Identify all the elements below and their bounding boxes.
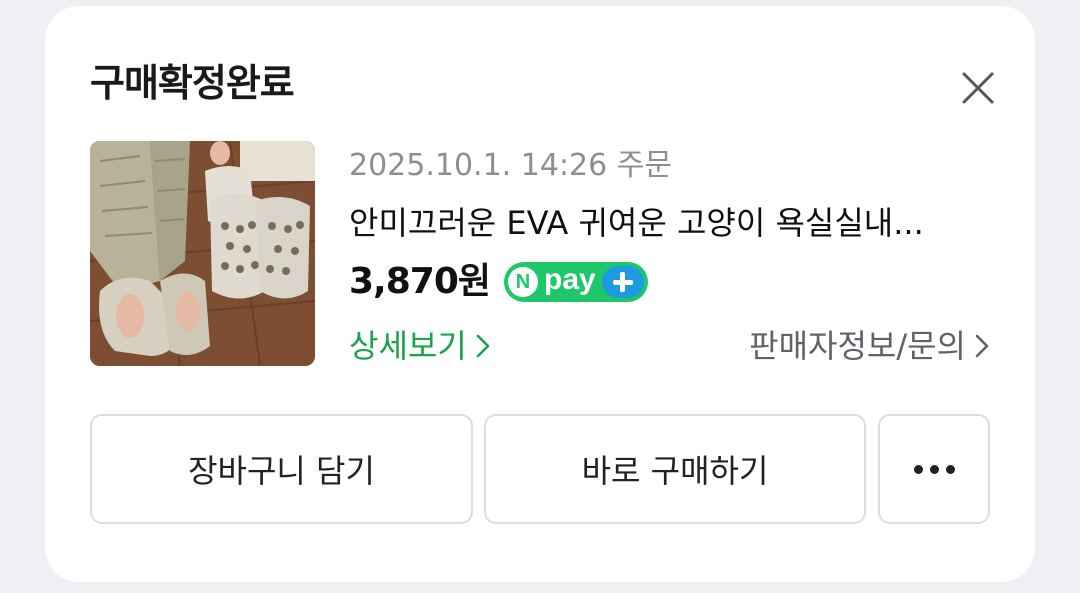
view-details-link[interactable]: 상세보기 <box>349 324 491 368</box>
product-name[interactable]: 안미끄러운 EVA 귀여운 고양이 욕실실내... <box>349 201 969 245</box>
add-to-cart-button[interactable]: 장바구니 담기 <box>90 414 473 524</box>
more-dots-icon <box>913 464 955 474</box>
close-button[interactable] <box>958 68 998 108</box>
purchase-confirm-dialog: 구매확정완료 2025.10.1. 14:26 주문 안미끄러운 EVA 귀여운… <box>45 6 1035 582</box>
price-row: 3,870원 N pay <box>349 258 648 306</box>
buy-now-button[interactable]: 바로 구매하기 <box>484 414 866 524</box>
dialog-title: 구매확정완료 <box>90 61 295 105</box>
chevron-right-icon <box>476 334 490 358</box>
more-options-button[interactable] <box>878 414 990 524</box>
plus-icon <box>601 266 644 298</box>
view-details-label: 상세보기 <box>349 327 467 365</box>
seller-info-link[interactable]: 판매자정보/문의 <box>749 324 990 368</box>
npay-plus-badge: N pay <box>504 262 648 302</box>
close-icon <box>962 72 994 104</box>
order-date: 2025.10.1. 14:26 주문 <box>349 148 672 183</box>
product-image <box>90 141 315 366</box>
npay-label: pay <box>544 263 596 296</box>
product-thumbnail[interactable] <box>90 141 315 366</box>
product-price: 3,870원 <box>349 261 491 302</box>
seller-info-label: 판매자정보/문의 <box>749 327 966 365</box>
npay-n-icon: N <box>508 267 538 297</box>
chevron-right-icon <box>975 334 989 358</box>
